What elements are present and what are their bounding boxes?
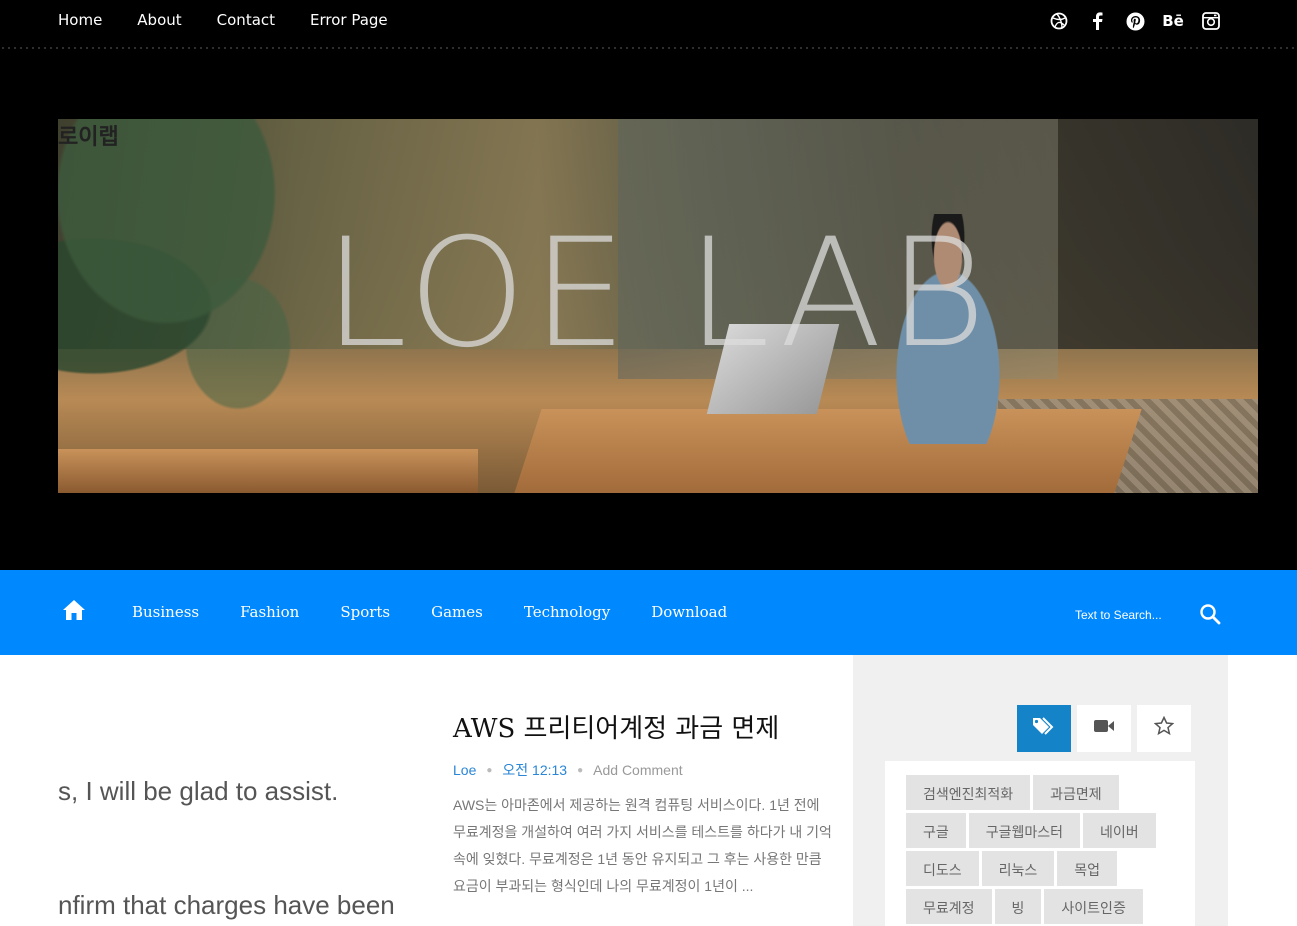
tag-item[interactable]: 구글 — [906, 813, 966, 848]
dotted-divider — [0, 47, 1297, 49]
add-comment-link[interactable]: Add Comment — [593, 762, 682, 778]
top-nav-home[interactable]: Home — [58, 11, 102, 29]
search-icon[interactable] — [1199, 603, 1221, 625]
nav-business[interactable]: Business — [132, 603, 199, 621]
post-thumbnail[interactable]: s, I will be glad to assist. nfirm that … — [58, 700, 434, 926]
sidebar: 검색엔진최적화 과금면제 구글 구글웹마스터 네이버 디도스 리눅스 목업 무료… — [853, 655, 1228, 926]
tag-item[interactable]: 빙 — [994, 889, 1042, 924]
site-name[interactable]: 로이랩 — [58, 119, 119, 151]
post-time[interactable]: 오전 12:13 — [502, 760, 567, 780]
tag-item[interactable]: 사이트인증 — [1044, 889, 1143, 924]
nav-technology[interactable]: Technology — [524, 603, 610, 621]
top-bar: Home About Contact Error Page Bē — [0, 0, 1297, 50]
search-input[interactable] — [1075, 608, 1185, 622]
tag-item[interactable]: 검색엔진최적화 — [906, 775, 1031, 810]
post-title[interactable]: AWS 프리티어계정 과금 면제 — [453, 708, 779, 745]
top-nav: Home About Contact Error Page — [58, 11, 388, 29]
tag-item[interactable]: 리눅스 — [981, 851, 1055, 886]
top-nav-about[interactable]: About — [137, 11, 181, 29]
thumbnail-text-line-1: s, I will be glad to assist. — [58, 776, 339, 806]
nav-fashion[interactable]: Fashion — [240, 603, 299, 621]
star-icon — [1153, 715, 1175, 741]
tags-icon — [1032, 716, 1056, 741]
top-nav-contact[interactable]: Contact — [217, 11, 275, 29]
tab-favorites[interactable] — [1137, 705, 1191, 752]
banner-table — [514, 409, 1142, 493]
main-nav: Business Fashion Sports Games Technology… — [0, 570, 1297, 655]
tag-item[interactable]: 네이버 — [1083, 813, 1156, 848]
home-icon[interactable] — [62, 599, 86, 621]
tag-cloud: 검색엔진최적화 과금면제 구글 구글웹마스터 네이버 디도스 리눅스 목업 무료… — [885, 761, 1195, 926]
meta-separator-dot: ● — [486, 764, 493, 776]
nav-download[interactable]: Download — [651, 603, 727, 621]
nav-games[interactable]: Games — [431, 603, 483, 621]
top-nav-error-page[interactable]: Error Page — [310, 11, 388, 29]
dribbble-icon[interactable] — [1048, 10, 1070, 32]
tab-tags[interactable] — [1017, 705, 1071, 752]
social-links: Bē — [1048, 10, 1222, 32]
search-box — [1075, 608, 1185, 622]
tag-item[interactable]: 구글웹마스터 — [968, 813, 1081, 848]
post-excerpt: AWS는 아마존에서 제공하는 원격 컴퓨팅 서비스이다. 1년 전에 무료계정… — [453, 797, 832, 894]
tab-videos[interactable] — [1077, 705, 1131, 752]
tag-item[interactable]: 디도스 — [906, 851, 979, 886]
tag-item[interactable]: 무료계정 — [906, 889, 992, 924]
tag-item[interactable]: 과금면제 — [1033, 775, 1119, 810]
meta-separator-dot: ● — [577, 764, 584, 776]
post-author[interactable]: Loe — [453, 762, 476, 778]
instagram-icon[interactable] — [1200, 10, 1222, 32]
tag-item[interactable]: 목업 — [1057, 851, 1118, 886]
facebook-icon[interactable] — [1086, 10, 1108, 32]
header-banner-image[interactable]: LOE LAB — [58, 119, 1258, 493]
video-camera-icon — [1093, 718, 1115, 739]
banner-title: LOE LAB — [323, 207, 993, 381]
category-nav: Business Fashion Sports Games Technology… — [132, 603, 727, 621]
thumbnail-text-line-2: nfirm that charges have been — [58, 890, 395, 920]
nav-sports[interactable]: Sports — [340, 603, 390, 621]
site-header: LOE LAB 로이랩 — [0, 50, 1297, 570]
behance-icon[interactable]: Bē — [1162, 10, 1184, 32]
post-meta: Loe ● 오전 12:13 ● Add Comment — [453, 760, 683, 780]
sidebar-tabs — [1017, 705, 1191, 752]
pinterest-icon[interactable] — [1124, 10, 1146, 32]
